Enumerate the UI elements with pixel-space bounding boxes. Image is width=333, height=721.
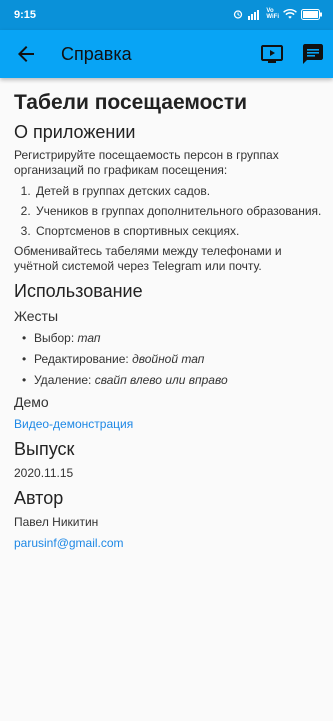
gesture-label: Выбор: (34, 331, 78, 345)
battery-icon (301, 8, 322, 20)
about-list: Детей в группах детских садов. Учеников … (14, 184, 322, 239)
help-content: Табели посещаемости О приложении Регистр… (14, 78, 322, 551)
feedback-message-icon[interactable] (301, 42, 325, 66)
list-item: Учеников в группах дополнительного образ… (34, 204, 322, 219)
status-icons: Vo WiFi (232, 8, 323, 20)
gesture-value: двойной тап (132, 352, 205, 366)
status-bar: 9:15 Vo WiFi (0, 0, 333, 30)
author-email-link[interactable]: parusinf@gmail.com (14, 536, 322, 551)
gesture-label: Редактирование: (34, 352, 133, 366)
list-item: Удаление: свайп влево или вправо (22, 373, 322, 388)
gesture-value: тап (77, 331, 101, 345)
volte-icon: Vo WiFi (266, 8, 279, 20)
about-outro: Обменивайтесь табелями между телефонами … (14, 244, 282, 273)
about-heading: О приложении (14, 122, 136, 142)
gestures-label: Жесты (14, 308, 59, 324)
about-intro: Регистрируйте посещаемость персон в груп… (14, 148, 279, 177)
page-title-appbar: Справка (61, 44, 132, 64)
usage-heading: Использование (14, 281, 143, 301)
back-arrow-icon[interactable] (14, 42, 38, 66)
release-date: 2020.11.15 (14, 466, 74, 480)
demo-video-link[interactable]: Видео-демонстрация (14, 417, 322, 432)
gestures-list: Выбор: тап Редактирование: двойной тап У… (14, 331, 322, 388)
list-item: Детей в группах детских садов. (34, 184, 322, 199)
list-item: Редактирование: двойной тап (22, 352, 322, 367)
wifi-icon (283, 8, 297, 19)
signal-icon (248, 10, 260, 20)
list-item: Выбор: тап (22, 331, 322, 346)
demo-label: Демо (14, 394, 49, 410)
alarm-icon (234, 10, 243, 19)
release-heading: Выпуск (14, 439, 75, 459)
video-play-icon[interactable] (260, 42, 284, 66)
author-name: Павел Никитин (14, 515, 99, 529)
app-bar: Справка (0, 30, 333, 78)
author-heading: Автор (14, 488, 64, 508)
gesture-value: свайп влево или вправо (94, 373, 228, 387)
status-time: 9:15 (14, 9, 37, 21)
gesture-label: Удаление: (34, 373, 95, 387)
document-title: Табели посещаемости (14, 91, 248, 114)
list-item: Спортсменов в спортивных секциях. (34, 224, 322, 239)
